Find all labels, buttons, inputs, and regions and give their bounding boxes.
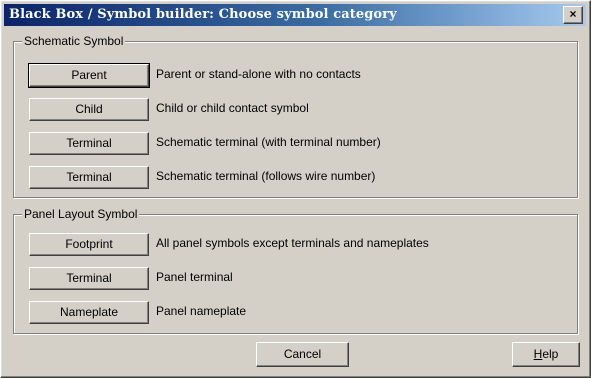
title-bar[interactable]: Black Box / Symbol builder: Choose symbo… [4, 4, 586, 26]
parent-button[interactable]: Parent [28, 63, 150, 88]
schematic-row-child: Child Child or child contact symbol [29, 98, 569, 121]
nameplate-button[interactable]: Nameplate [29, 301, 149, 324]
window-title: Black Box / Symbol builder: Choose symbo… [9, 7, 397, 22]
help-button[interactable]: Help [512, 342, 580, 367]
panel-row-nameplate: Nameplate Panel nameplate [29, 301, 569, 324]
footprint-description: All panel symbols except terminals and n… [156, 236, 429, 250]
nameplate-description: Panel nameplate [156, 304, 247, 318]
cancel-button[interactable]: Cancel [256, 342, 349, 367]
schematic-terminal-number-description: Schematic terminal (with terminal number… [156, 135, 381, 149]
child-description: Child or child contact symbol [156, 101, 309, 115]
schematic-terminal-wire-description: Schematic terminal (follows wire number) [156, 169, 376, 183]
panel-terminal-button[interactable]: Terminal [29, 267, 149, 290]
panel-layout-symbol-group: Panel Layout Symbol Footprint All panel … [13, 207, 578, 334]
schematic-row-terminal-wire: Terminal Schematic terminal (follows wir… [29, 166, 569, 189]
panel-layout-symbol-group-label: Panel Layout Symbol [22, 207, 140, 221]
close-button[interactable]: × [563, 6, 583, 24]
schematic-terminal-wire-button[interactable]: Terminal [29, 166, 149, 189]
parent-description: Parent or stand-alone with no contacts [156, 67, 361, 81]
schematic-terminal-number-button[interactable]: Terminal [29, 132, 149, 155]
close-icon: × [569, 7, 577, 21]
footprint-button[interactable]: Footprint [29, 233, 149, 256]
dialog-window: Black Box / Symbol builder: Choose symbo… [0, 0, 591, 378]
panel-row-terminal: Terminal Panel terminal [29, 267, 569, 290]
panel-terminal-description: Panel terminal [156, 270, 233, 284]
schematic-row-parent: Parent Parent or stand-alone with no con… [28, 63, 569, 88]
schematic-symbol-group-label: Schematic Symbol [22, 34, 126, 48]
panel-row-footprint: Footprint All panel symbols except termi… [29, 233, 569, 256]
help-button-label: elp [542, 347, 559, 361]
child-button[interactable]: Child [29, 98, 149, 121]
schematic-symbol-group: Schematic Symbol Parent Parent or stand-… [13, 34, 578, 198]
schematic-row-terminal-number: Terminal Schematic terminal (with termin… [29, 132, 569, 155]
